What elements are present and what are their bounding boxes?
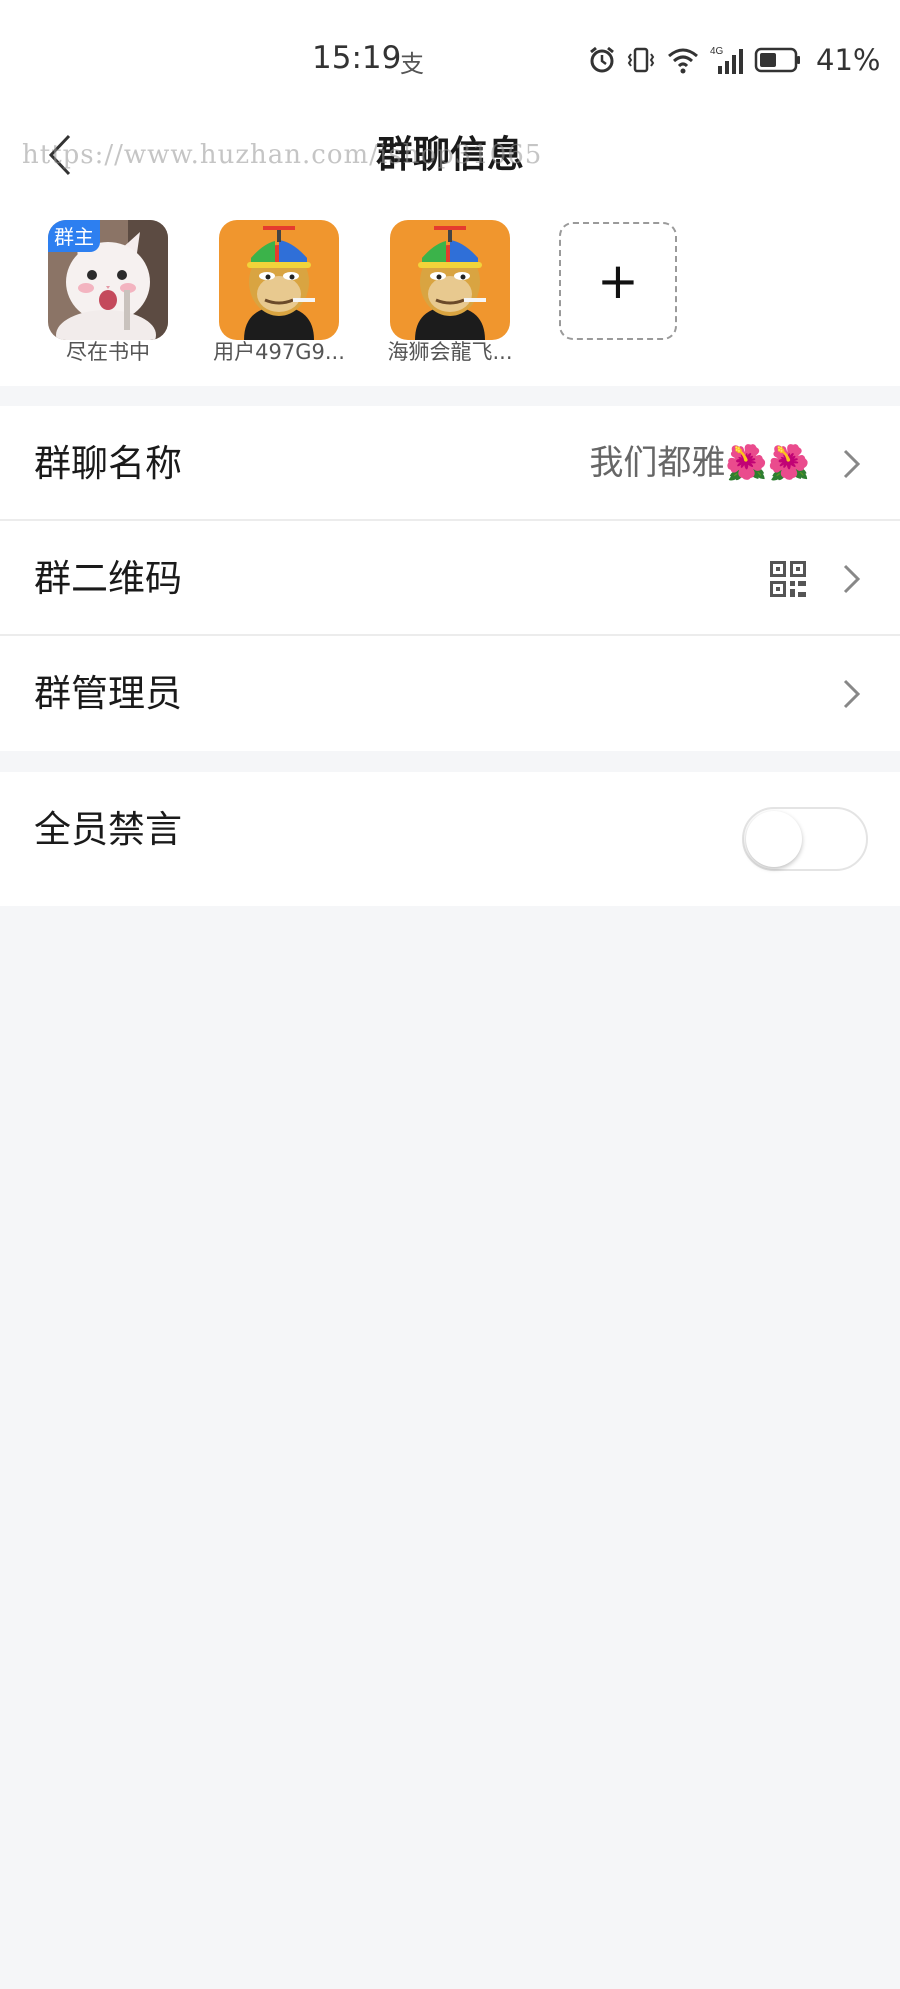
ape-avatar-image [390,220,510,340]
avatar [219,220,339,340]
member-item[interactable]: 用户497G9... [204,220,354,366]
chevron-right-icon [843,564,861,594]
signal-4g-icon: 4G [710,46,743,74]
header: 群聊信息 https://www.huzhan.com/ishop31065 [0,110,900,200]
member-name: 海狮会龍飞... [387,340,513,364]
group-admin-label: 群管理员 [34,672,182,715]
battery-percent: 41% [816,43,881,77]
alarm-icon [590,46,614,73]
qr-code-icon [770,561,806,597]
avatar [390,220,510,340]
chevron-right-icon [843,449,861,479]
group-name-label: 群聊名称 [34,442,182,485]
member-list: 群主 尽在书中 用户497G9... 海狮会龍飞... [0,200,900,386]
member-name: 用户497G9... [213,340,345,364]
alipay-indicator: 支 [400,50,424,78]
wifi-icon [668,48,698,74]
status-time: 15:19 [312,40,402,76]
group-qr-label: 群二维码 [34,557,182,600]
group-name-row[interactable]: 群聊名称 我们都雅🌺🌺 [0,406,900,521]
status-bar: 15:19 支 4G 41% [0,0,900,110]
status-icons: 4G 41% [588,42,880,78]
group-qr-row[interactable]: 群二维码 [0,521,900,636]
svg-text:4G: 4G [710,46,724,57]
page-title: 群聊信息 [376,133,524,176]
battery-icon [754,47,800,73]
add-member-button[interactable]: + [559,222,677,340]
toggle-knob [746,811,802,867]
group-name-value: 我们都雅🌺🌺 [589,443,810,483]
member-name: 尽在书中 [66,340,150,364]
avatar: 群主 [48,220,168,340]
mute-settings-group: 全员禁言 [0,772,900,906]
mute-all-row: 全员禁言 [0,772,900,906]
member-item[interactable]: 海狮会龍飞... [375,220,525,366]
ape-avatar-image [219,220,339,340]
mute-all-label: 全员禁言 [34,808,182,851]
settings-group: 群聊名称 我们都雅🌺🌺 群二维码 群管理员 [0,406,900,751]
member-item[interactable]: 群主 尽在书中 [33,220,183,366]
chevron-right-icon [843,679,861,709]
vibrate-icon [627,47,655,73]
owner-badge: 群主 [48,220,100,252]
mute-all-toggle[interactable] [742,807,868,871]
group-admin-row[interactable]: 群管理员 [0,636,900,751]
